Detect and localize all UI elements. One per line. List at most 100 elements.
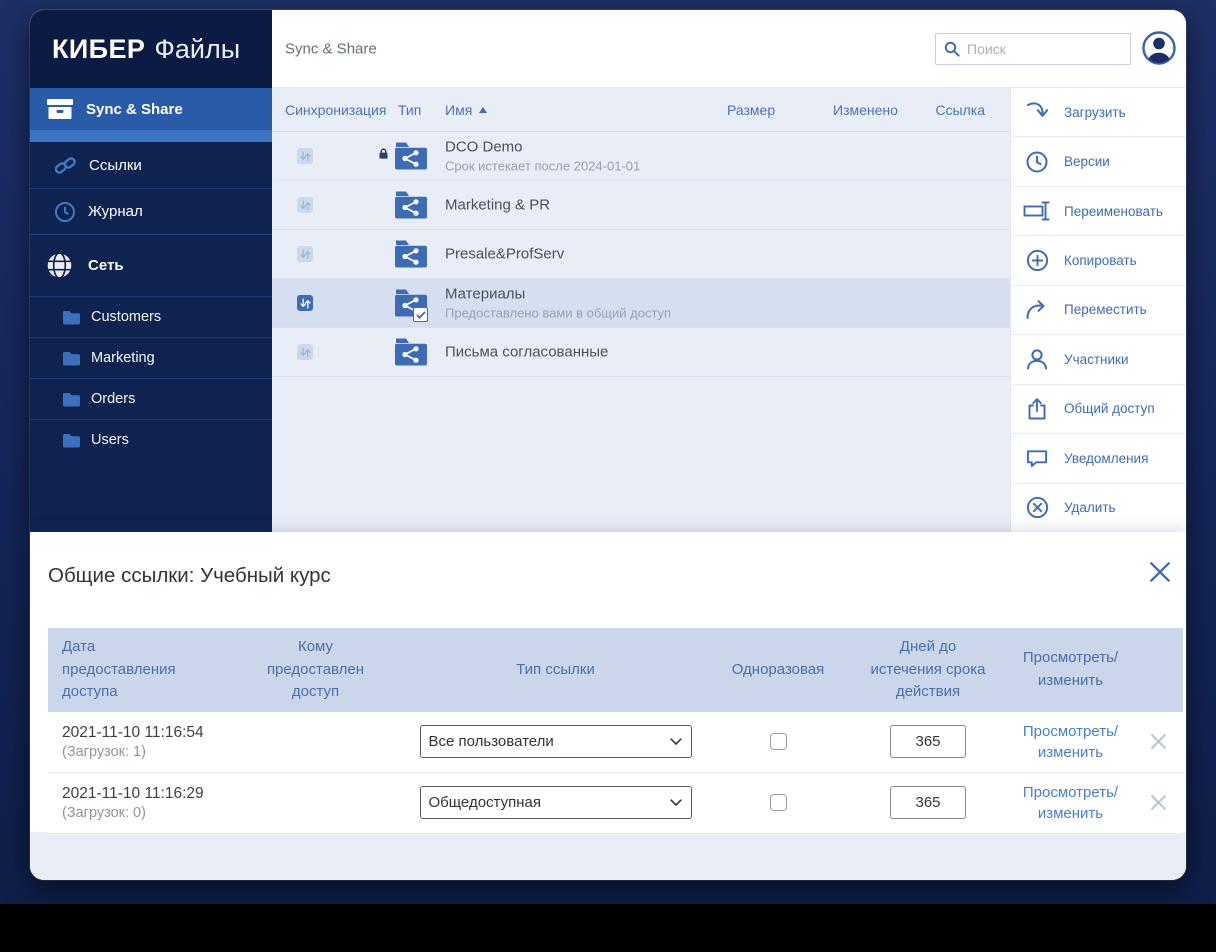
sidebar-item-sync-share[interactable]: Sync & Share xyxy=(30,88,272,130)
column-header-size[interactable]: Размер xyxy=(727,102,775,118)
link-row-action: Просмотреть/изменить xyxy=(1008,772,1133,834)
sidebar-item-label: Ссылки xyxy=(89,156,142,174)
user-avatar[interactable] xyxy=(1141,30,1177,66)
column-header-name[interactable]: Имя xyxy=(445,102,488,118)
shared-links-table: Дата предоставления доступа Кому предост… xyxy=(48,628,1183,834)
sidebar-item-label: Customers xyxy=(91,309,162,325)
links-column-onetime: Одноразовая xyxy=(708,628,848,712)
folder-icon xyxy=(62,310,81,325)
one-time-checkbox[interactable] xyxy=(769,733,787,750)
shared-folder-icon xyxy=(394,142,428,171)
file-name: DCO Demo xyxy=(445,138,523,156)
search-box[interactable] xyxy=(935,33,1131,65)
column-header-type[interactable]: Тип xyxy=(398,102,421,118)
globe-icon xyxy=(45,251,74,280)
download-button[interactable]: Загрузить xyxy=(1011,88,1186,136)
copy-button[interactable]: Копировать xyxy=(1011,235,1186,284)
link-icon xyxy=(54,154,77,177)
link-row-recipient xyxy=(228,711,403,773)
link-row-onetime xyxy=(708,772,848,834)
sync-toggle-icon[interactable] xyxy=(297,295,313,311)
download-count: (Загрузок: 1) xyxy=(62,743,146,760)
link-row-type: Все пользователи xyxy=(403,711,708,773)
view-edit-link[interactable]: Просмотреть/изменить xyxy=(1011,721,1131,763)
move-icon xyxy=(1022,295,1052,325)
delete-icon xyxy=(1022,493,1052,523)
share-button[interactable]: Общий доступ xyxy=(1011,383,1186,433)
links-column-date: Дата предоставления доступа xyxy=(48,628,228,712)
move-button[interactable]: Переместить xyxy=(1011,284,1186,334)
copy-icon xyxy=(1022,246,1052,276)
column-header-modified[interactable]: Изменено xyxy=(833,102,898,118)
sync-toggle-icon[interactable] xyxy=(297,344,313,360)
sidebar-item-orders[interactable]: Orders xyxy=(30,378,272,419)
file-list-header: Синхронизация Тип Имя Размер Изменено Сс… xyxy=(272,88,1010,132)
sidebar-item-label: Users xyxy=(91,432,129,448)
modal-title: Общие ссылки: Учебный курс xyxy=(48,564,331,587)
modal-footer xyxy=(30,832,1186,880)
logo-brand-bold: КИБЕР xyxy=(52,33,146,64)
one-time-checkbox[interactable] xyxy=(769,794,787,811)
sidebar-item-users[interactable]: Users xyxy=(30,419,272,460)
logo-brand-light: Файлы xyxy=(154,33,241,64)
file-name: Материалы xyxy=(445,285,526,303)
shared-links-modal: Общие ссылки: Учебный курс Дата предоста… xyxy=(30,532,1186,880)
selected-checkmark-icon[interactable] xyxy=(413,307,428,322)
link-row-remove xyxy=(1133,772,1183,834)
sidebar-item-journal[interactable]: Журнал xyxy=(30,188,272,234)
search-icon xyxy=(944,41,960,57)
column-header-link[interactable]: Ссылка xyxy=(935,102,985,118)
days-input[interactable] xyxy=(890,786,966,819)
file-row-marketing-pr[interactable]: Marketing & PR xyxy=(272,181,1010,230)
link-type-select[interactable]: Все пользователи xyxy=(419,725,692,758)
days-input[interactable] xyxy=(890,725,966,758)
versions-button[interactable]: Версии xyxy=(1011,136,1186,185)
sidebar-item-label: Orders xyxy=(91,391,136,407)
share-icon xyxy=(1022,394,1052,424)
members-icon xyxy=(1022,344,1052,374)
rename-button[interactable]: Переименовать xyxy=(1011,185,1186,235)
download-icon xyxy=(1022,97,1052,127)
close-icon[interactable] xyxy=(1148,560,1172,584)
link-row-days xyxy=(848,711,1008,773)
view-edit-link[interactable]: Просмотреть/изменить xyxy=(1011,782,1131,824)
app-logo: КИБЕР Файлы xyxy=(30,10,272,88)
file-name: Письма согласованные xyxy=(445,343,609,361)
sync-toggle-icon[interactable] xyxy=(297,246,313,262)
sidebar-item-label: Marketing xyxy=(91,350,155,366)
search-input[interactable] xyxy=(967,41,1122,57)
members-button[interactable]: Участники xyxy=(1011,334,1186,383)
page-title: Sync & Share xyxy=(285,40,377,57)
column-header-sync[interactable]: Синхронизация xyxy=(285,102,386,118)
download-count: (Загрузок: 0) xyxy=(62,804,146,821)
notifications-icon xyxy=(1022,443,1052,473)
link-row-date: 2021-11-10 11:16:29 (Загрузок: 0) xyxy=(48,772,228,834)
active-item-strip xyxy=(30,130,272,142)
folder-icon xyxy=(62,351,81,366)
link-row-recipient xyxy=(228,772,403,834)
remove-link-icon[interactable] xyxy=(1150,733,1167,750)
sidebar-item-label: Журнал xyxy=(88,203,143,220)
file-row-presale-profserv[interactable]: Presale&ProfServ xyxy=(272,230,1010,279)
link-row-type: Общедоступная xyxy=(403,772,708,834)
link-row-remove xyxy=(1133,711,1183,773)
link-type-select[interactable]: Общедоступная xyxy=(419,786,692,819)
shared-folder-icon xyxy=(394,338,428,367)
sidebar-item-customers[interactable]: Customers xyxy=(30,296,272,337)
notifications-button[interactable]: Уведомления xyxy=(1011,433,1186,482)
sync-toggle-icon[interactable] xyxy=(297,197,313,213)
link-row-days xyxy=(848,772,1008,834)
app-window: КИБЕР Файлы Sync & Share Поиск Sync & Sh… xyxy=(30,10,1186,880)
sidebar-section-network[interactable]: Сеть xyxy=(30,234,272,296)
link-row-onetime xyxy=(708,711,848,773)
file-row-materialy[interactable]: Материалы Предоставлено вами в общий дос… xyxy=(272,279,1010,328)
delete-button[interactable]: Удалить xyxy=(1011,482,1186,532)
sync-toggle-icon[interactable] xyxy=(297,148,313,164)
remove-link-icon[interactable] xyxy=(1150,794,1167,811)
links-column-view-edit: Просмотреть/изменить xyxy=(1008,628,1133,712)
file-row-pisma-soglasovannye[interactable]: Письма согласованные xyxy=(272,328,1010,377)
sidebar-item-marketing[interactable]: Marketing xyxy=(30,337,272,378)
sidebar-item-links[interactable]: Ссылки xyxy=(30,142,272,188)
file-row-dco-demo[interactable]: DCO Demo Срок истекает после 2024-01-01 xyxy=(272,132,1010,181)
links-column-days: Дней до истечения срока действия xyxy=(848,628,1008,712)
